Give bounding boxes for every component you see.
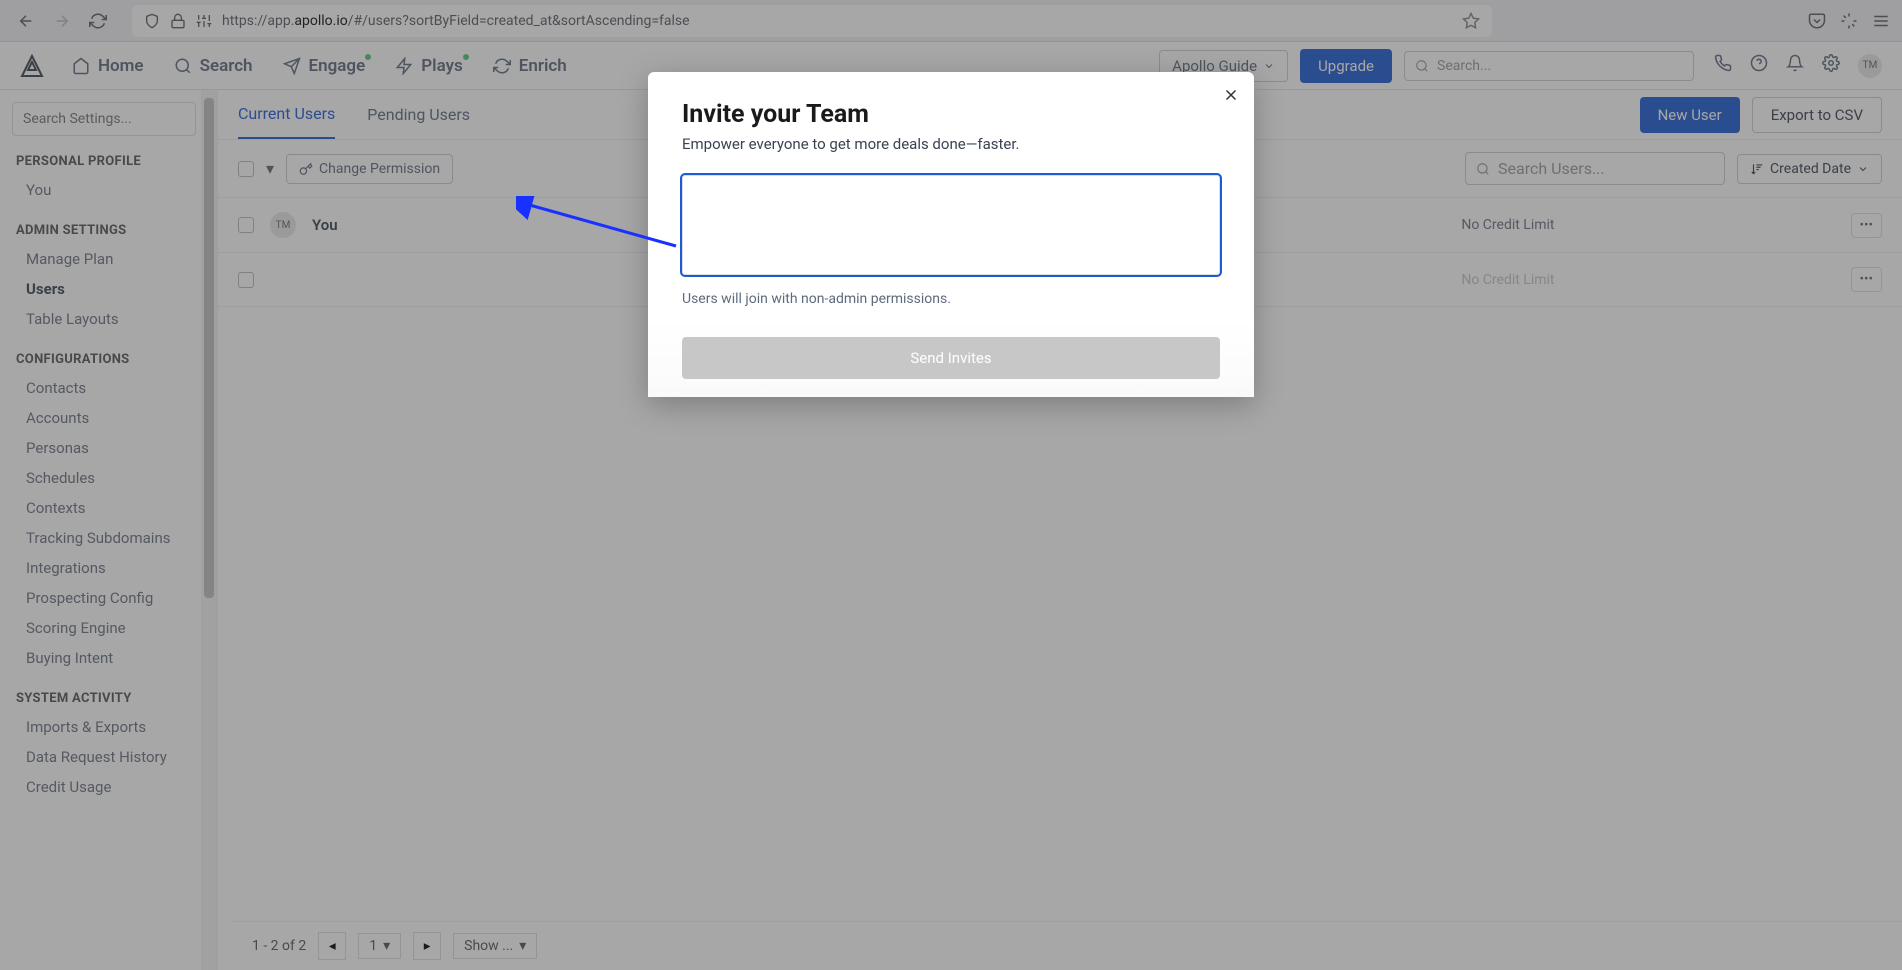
close-button[interactable] xyxy=(1222,86,1240,104)
send-invites-button[interactable]: Send Invites xyxy=(682,337,1220,379)
modal-title: Invite your Team xyxy=(682,100,1220,129)
annotation-arrow-icon xyxy=(516,196,686,256)
invite-team-modal: Invite your Team Empower everyone to get… xyxy=(648,72,1254,397)
modal-subtitle: Empower everyone to get more deals done—… xyxy=(682,135,1220,153)
permission-note: Users will join with non-admin permissio… xyxy=(682,291,1220,307)
close-icon xyxy=(1222,86,1240,104)
invite-emails-input[interactable] xyxy=(682,175,1220,275)
